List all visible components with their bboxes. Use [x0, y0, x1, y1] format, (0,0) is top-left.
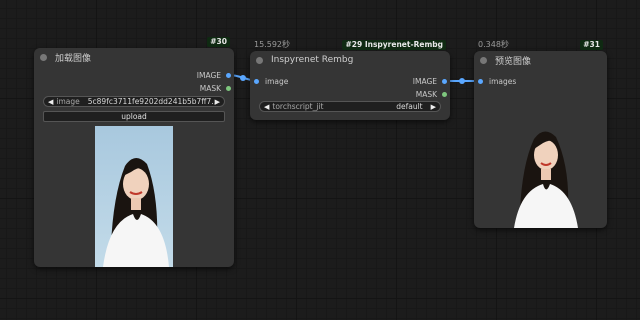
- output-mask[interactable]: MASK: [200, 84, 234, 93]
- image-select-widget[interactable]: ◀ image 5c89fc3711fe9202dd241b5b7ff7… ▶: [43, 96, 225, 107]
- collapse-dot-icon[interactable]: [40, 53, 47, 61]
- exec-time: 15.592秒: [254, 40, 290, 49]
- collapse-dot-icon[interactable]: [480, 56, 487, 64]
- output-socket-icon[interactable]: [442, 92, 447, 97]
- input-images[interactable]: images: [478, 77, 516, 86]
- output-socket-icon[interactable]: [226, 86, 231, 91]
- output-mask[interactable]: MASK: [416, 90, 450, 99]
- output-image[interactable]: IMAGE: [197, 71, 234, 80]
- upload-button[interactable]: upload: [43, 111, 225, 122]
- node-title: Inspyrenet Rembg: [271, 55, 354, 65]
- output-image[interactable]: IMAGE: [413, 77, 450, 86]
- load-image-node[interactable]: #30 加载图像 IMAGE MASK ◀ image 5c89fc3711fe…: [34, 37, 234, 267]
- input-socket-icon[interactable]: [478, 79, 483, 84]
- preview-image-node[interactable]: 0.348秒 #31 预览图像 images: [474, 40, 607, 228]
- output-socket-icon[interactable]: [226, 73, 231, 78]
- output-socket-icon[interactable]: [442, 79, 447, 84]
- preview-image: [510, 107, 582, 228]
- node-header[interactable]: 加载图像: [34, 48, 234, 66]
- arrow-left-icon[interactable]: ◀: [264, 103, 269, 111]
- collapse-dot-icon[interactable]: [256, 56, 263, 64]
- node-title: 加载图像: [55, 53, 92, 64]
- arrow-left-icon[interactable]: ◀: [48, 98, 53, 106]
- node-id-badge: #29 Inspyrenet-Rembg: [342, 40, 446, 50]
- input-socket-icon[interactable]: [254, 79, 259, 84]
- node-header[interactable]: Inspyrenet Rembg: [250, 51, 450, 69]
- input-image[interactable]: image: [254, 77, 288, 86]
- arrow-right-icon[interactable]: ▶: [431, 103, 436, 111]
- node-title: 预览图像: [495, 56, 532, 67]
- arrow-right-icon[interactable]: ▶: [215, 98, 220, 106]
- node-id-badge: #30: [207, 37, 230, 47]
- node-header[interactable]: 预览图像: [474, 51, 607, 69]
- loaded-image: [95, 126, 173, 267]
- node-id-badge: #31: [580, 40, 603, 50]
- torchscript-jit-widget[interactable]: ◀ torchscript_jit default ▶: [259, 101, 441, 112]
- rembg-node[interactable]: 15.592秒 #29 Inspyrenet-Rembg Inspyrenet …: [250, 40, 450, 120]
- exec-time: 0.348秒: [478, 40, 509, 49]
